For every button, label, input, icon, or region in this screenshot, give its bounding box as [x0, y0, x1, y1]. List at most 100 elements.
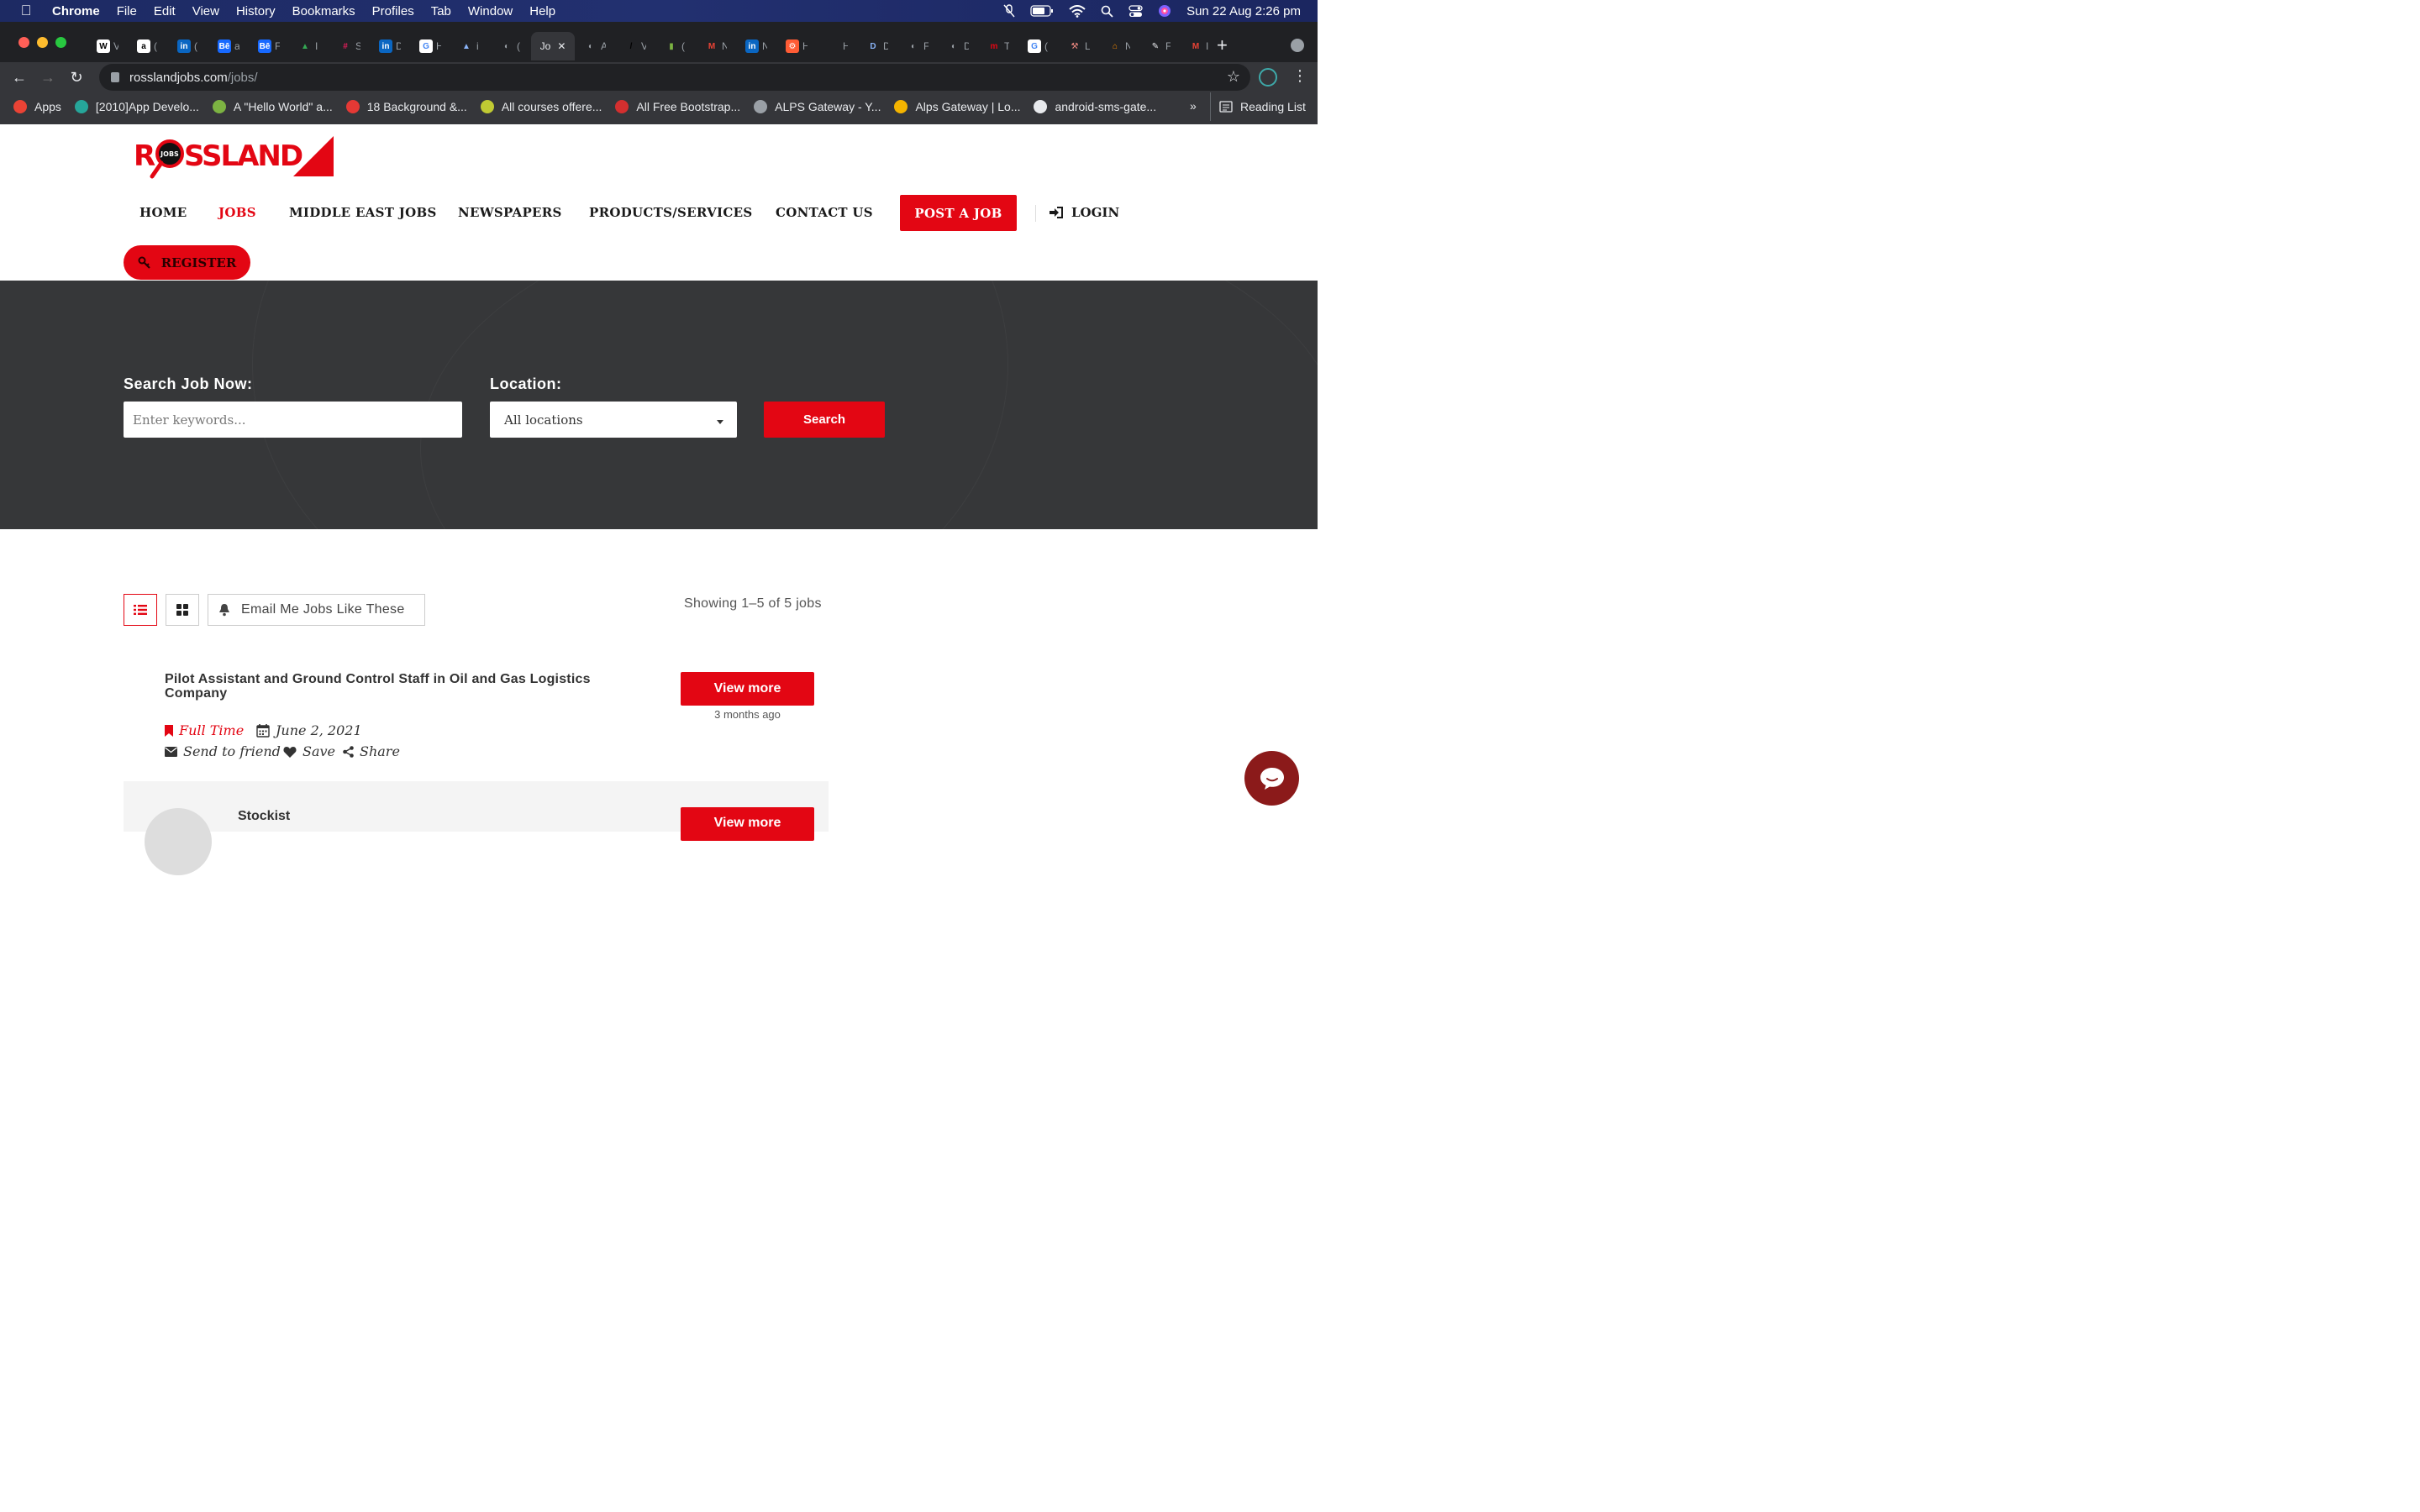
browser-tab[interactable]: in D [370, 32, 410, 60]
close-window-button[interactable] [18, 37, 29, 48]
forward-arrow-icon[interactable]: → [34, 69, 62, 87]
browser-tab[interactable]: GH [410, 32, 450, 60]
bookmark-item[interactable]: [2010]App Develo... [74, 100, 199, 113]
job-title-link[interactable]: Stockist [238, 809, 290, 824]
job-title-link[interactable]: Pilot Assistant and Ground Control Staff… [165, 672, 635, 701]
register-button[interactable]: REGISTER [124, 245, 250, 280]
bookmark-item[interactable]: All Free Bootstrap... [615, 100, 740, 113]
browser-tab[interactable]: WV [87, 32, 128, 60]
browser-tab[interactable]: ◐ F [897, 32, 938, 60]
bookmark-item[interactable]: All courses offere... [480, 100, 602, 113]
browser-tab[interactable]: in( [168, 32, 208, 60]
browser-tab[interactable]: ◐( [491, 32, 531, 60]
menu-view[interactable]: View [184, 4, 228, 18]
chat-widget-button[interactable] [1244, 751, 1299, 806]
bookmark-label: [2010]App Develo... [95, 100, 199, 113]
reload-icon[interactable]: ↻ [62, 69, 91, 87]
menu-help[interactable]: Help [521, 4, 564, 18]
browser-tab[interactable]: mT [978, 32, 1018, 60]
browser-tab[interactable]: ▲ i [450, 32, 491, 60]
search-button[interactable]: Search [764, 402, 885, 438]
browser-tab[interactable]: a( [128, 32, 168, 60]
nav-contact-us[interactable]: CONTACT US [776, 205, 873, 220]
siri-icon[interactable] [1158, 4, 1171, 18]
send-to-friend-link[interactable]: Send to friend [165, 743, 281, 759]
reading-list-button[interactable]: Reading List [1210, 92, 1306, 121]
bookmark-item[interactable]: android-sms-gate... [1034, 100, 1156, 113]
browser-tab[interactable]: ⚒ L [1059, 32, 1099, 60]
browser-tab[interactable]: MN [696, 32, 736, 60]
nav-middle-east-jobs[interactable]: MIDDLE EAST JOBS [289, 205, 437, 220]
browser-tab[interactable]: ✎ F [1139, 32, 1180, 60]
nav-products-services[interactable]: PRODUCTS/SERVICES [589, 205, 752, 220]
control-center-icon[interactable] [1128, 4, 1143, 18]
close-tab-icon[interactable]: ✕ [557, 40, 566, 52]
browser-tab[interactable]: Bē F [249, 32, 289, 60]
keyword-input[interactable] [133, 412, 453, 428]
nav-newspapers[interactable]: NEWSPAPERS [458, 205, 562, 220]
new-tab-button[interactable]: + [1217, 34, 1228, 56]
apple-icon[interactable]:  [0, 3, 52, 19]
browser-tab[interactable]: MI [1180, 32, 1220, 60]
list-view-button[interactable] [124, 594, 157, 626]
bookmark-item[interactable]: 18 Background &... [345, 100, 467, 113]
wifi-icon[interactable] [1069, 4, 1086, 18]
battery-icon[interactable] [1030, 5, 1054, 17]
behance-icon: Bē [258, 39, 271, 53]
tab-title: F [275, 40, 280, 52]
share-job-link[interactable]: Share [343, 743, 400, 759]
browser-tab[interactable]: G( [1018, 32, 1059, 60]
back-arrow-icon[interactable]: ← [5, 69, 34, 87]
menu-bookmarks[interactable]: Bookmarks [284, 4, 364, 18]
save-job-link[interactable]: Save [283, 743, 335, 759]
bookmark-item[interactable]: A "Hello World" a... [212, 100, 333, 113]
menu-edit[interactable]: Edit [145, 4, 184, 18]
tab-search-icon[interactable] [1291, 39, 1304, 52]
email-alert-button[interactable]: Email Me Jobs Like These [208, 594, 425, 626]
bookmarks-overflow-icon[interactable]: » [1190, 99, 1197, 113]
view-more-button[interactable]: View more [681, 807, 814, 841]
browser-tab[interactable]: ⚙ H [776, 32, 817, 60]
chrome-menu-icon[interactable]: ⋮ [1292, 67, 1307, 85]
nav-jobs[interactable]: JOBS [218, 205, 256, 220]
browser-tab[interactable]: # S [329, 32, 370, 60]
zoom-window-button[interactable] [55, 37, 66, 48]
browser-tab[interactable]: / V [615, 32, 655, 60]
bookmark-item[interactable]: Apps [13, 100, 61, 113]
rossland-jobs-logo[interactable]: R JOBS SSLAND [132, 136, 335, 181]
address-bar[interactable]: rosslandjobs.com/jobs/ ☆ [99, 64, 1250, 91]
post-a-job-button[interactable]: POST A JOB [900, 195, 1017, 231]
bookmark-item[interactable]: ALPS Gateway - Y... [754, 100, 881, 113]
menu-profiles[interactable]: Profiles [364, 4, 423, 18]
login-link[interactable]: LOGIN [1050, 205, 1119, 220]
bookmark-star-icon[interactable]: ☆ [1227, 68, 1240, 86]
url-text[interactable]: rosslandjobs.com/jobs/ [129, 71, 258, 85]
active-browser-tab[interactable]: Jo ✕ [531, 32, 575, 60]
location-select[interactable]: All locations [490, 402, 737, 438]
menu-tab[interactable]: Tab [423, 4, 460, 18]
browser-tab[interactable]: in N [736, 32, 776, 60]
browser-tab[interactable]: ◐ A [575, 32, 615, 60]
mic-muted-icon[interactable] [1003, 4, 1015, 18]
browser-tab[interactable]: Bē a [208, 32, 249, 60]
browser-tab[interactable]: ▲ I [289, 32, 329, 60]
lock-icon[interactable] [111, 72, 119, 82]
extension-icon[interactable] [1259, 68, 1277, 87]
menu-history[interactable]: History [228, 4, 284, 18]
browser-tab[interactable]: ⌂ N [1099, 32, 1139, 60]
browser-tab[interactable]: DD [857, 32, 897, 60]
menu-file[interactable]: File [108, 4, 145, 18]
view-more-button[interactable]: View more [681, 672, 814, 706]
minimize-window-button[interactable] [37, 37, 48, 48]
grid-view-button[interactable] [166, 594, 199, 626]
menu-clock[interactable]: Sun 22 Aug 2:26 pm [1186, 4, 1301, 18]
spotlight-search-icon[interactable] [1101, 5, 1113, 18]
menu-app-name[interactable]: Chrome [52, 4, 108, 18]
menu-window[interactable]: Window [460, 4, 521, 18]
browser-tab[interactable]: H [817, 32, 857, 60]
browser-tab[interactable]: ▮( [655, 32, 696, 60]
nav-home[interactable]: HOME [139, 205, 187, 220]
browser-tab[interactable]: ◐ D [938, 32, 978, 60]
keyword-field[interactable] [124, 402, 462, 438]
bookmark-item[interactable]: Alps Gateway | Lo... [894, 100, 1020, 113]
